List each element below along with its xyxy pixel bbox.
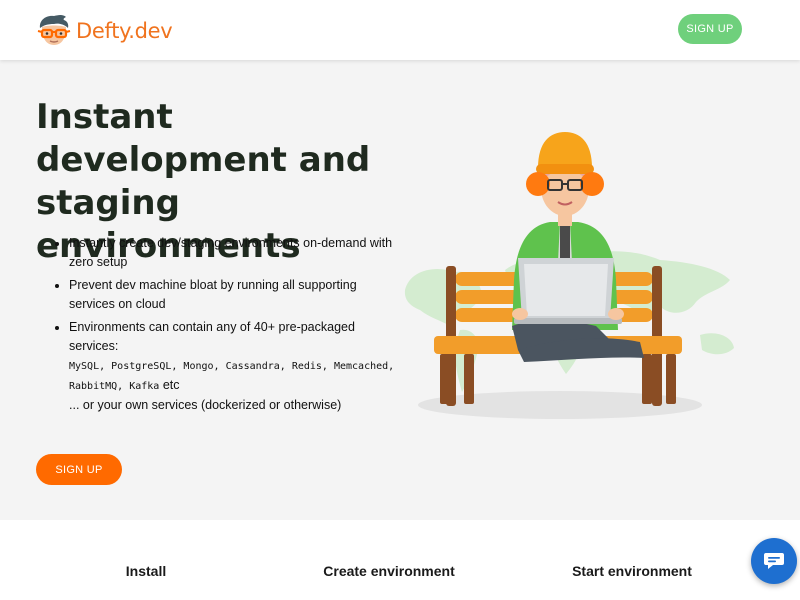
service-name: MySQL xyxy=(69,361,100,372)
steps-section: Install Create environment Start environ… xyxy=(0,520,800,600)
service-name: Mongo xyxy=(183,361,214,372)
header-signup-button[interactable]: SIGN UP xyxy=(678,14,742,44)
feature-list: Instantly create dev/staging environment… xyxy=(52,234,399,419)
feature-item: Prevent dev machine bloat by running all… xyxy=(69,276,399,314)
service-name: Cassandra xyxy=(225,361,280,372)
top-navbar: Defty.dev SIGN UP xyxy=(0,0,800,60)
developer-face-logo-icon xyxy=(37,15,71,45)
feature-item-environments: Environments can contain any of 40+ pre-… xyxy=(69,318,399,415)
hero-section: Instant development and staging environm… xyxy=(0,60,800,520)
feature-item: Instantly create dev/staging environment… xyxy=(69,234,399,272)
service-name: Memcached xyxy=(333,361,389,372)
service-name: PostgreSQL xyxy=(111,361,172,372)
step-create-environment: Create environment xyxy=(323,563,455,579)
logo-text: Defty.dev xyxy=(76,19,173,43)
logo-link[interactable]: Defty.dev xyxy=(36,11,173,51)
services-suffix: etc xyxy=(162,378,180,392)
chat-bubble-icon xyxy=(764,553,784,569)
feature-envs-intro: Environments can contain any of 40+ pre-… xyxy=(69,320,355,353)
step-start-environment: Start environment xyxy=(572,563,692,579)
service-name: Redis xyxy=(291,361,322,372)
service-name: Kafka xyxy=(129,381,160,392)
own-services-note: ... or your own services (dockerized or … xyxy=(69,398,342,412)
chat-widget-button[interactable] xyxy=(751,538,797,584)
step-install: Install xyxy=(125,563,167,579)
hero-signup-button[interactable]: SIGN UP xyxy=(36,454,122,485)
developer-with-laptop-on-bench-illustration xyxy=(404,132,734,419)
service-name: RabbitMQ xyxy=(69,381,118,392)
page: Defty.dev SIGN UP Instant development an… xyxy=(0,0,800,600)
